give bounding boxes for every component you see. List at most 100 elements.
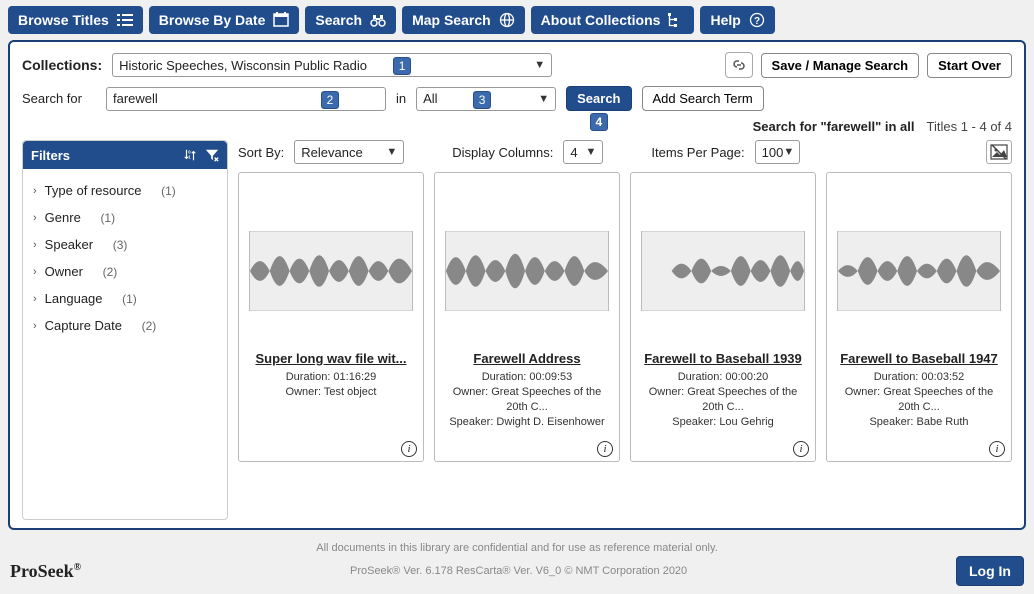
nav-help-label: Help bbox=[710, 12, 740, 28]
collections-select[interactable]: Historic Speeches, Wisconsin Public Radi… bbox=[112, 53, 552, 77]
footer-disclaimer: All documents in this library are confid… bbox=[8, 542, 1026, 554]
items-per-page-select[interactable]: 100 ▼ bbox=[755, 140, 800, 164]
nav-map-search-label: Map Search bbox=[412, 12, 491, 28]
result-title[interactable]: Farewell Address bbox=[473, 351, 580, 366]
bottom-bar: ProSeek® ProSeek® Ver. 6.178 ResCarta® V… bbox=[0, 554, 1034, 594]
nav-about-collections-label: About Collections bbox=[541, 12, 661, 28]
facet-type-of-resource[interactable]: ›Type of resource (1) bbox=[29, 177, 221, 204]
waveform-thumbnail bbox=[445, 231, 609, 311]
info-icon[interactable]: i bbox=[401, 441, 417, 457]
facet-speaker[interactable]: › Speaker (3) bbox=[29, 231, 221, 258]
search-button[interactable]: Search 4 bbox=[566, 86, 631, 111]
in-label: in bbox=[396, 91, 406, 106]
start-over-button[interactable]: Start Over bbox=[927, 53, 1012, 78]
globe-icon bbox=[499, 12, 515, 28]
result-duration: Duration: 00:03:52 bbox=[874, 370, 965, 385]
items-per-page-value: 100 bbox=[762, 145, 784, 160]
facet-count: (2) bbox=[142, 319, 157, 333]
search-for-input[interactable]: farewell 2 bbox=[106, 87, 386, 111]
facet-count: (1) bbox=[161, 184, 176, 198]
add-search-term-button[interactable]: Add Search Term bbox=[642, 86, 764, 111]
toggle-thumbnails-button[interactable] bbox=[986, 140, 1012, 164]
result-title[interactable]: Farewell to Baseball 1939 bbox=[644, 351, 802, 366]
nav-about-collections[interactable]: About Collections bbox=[531, 6, 695, 34]
info-icon[interactable]: i bbox=[597, 441, 613, 457]
result-owner: Owner: Great Speeches of the 20th C... bbox=[441, 385, 613, 415]
info-icon[interactable]: i bbox=[989, 441, 1005, 457]
result-speaker: Speaker: Babe Ruth bbox=[869, 415, 968, 430]
tree-icon bbox=[668, 12, 684, 28]
waveform-thumbnail bbox=[249, 231, 413, 311]
facet-capture-date[interactable]: › Capture Date (2) bbox=[29, 312, 221, 339]
hint-badge-1: 1 bbox=[393, 57, 411, 75]
result-card[interactable]: Farewell to Baseball 1939 Duration: 00:0… bbox=[630, 172, 816, 462]
facet-label: Owner bbox=[45, 264, 83, 279]
facet-genre[interactable]: ›Genre (1) bbox=[29, 204, 221, 231]
nav-search-label: Search bbox=[315, 12, 362, 28]
list-icon bbox=[117, 12, 133, 28]
nav-search[interactable]: Search bbox=[305, 6, 396, 34]
svg-text:0: 0 bbox=[188, 149, 191, 154]
result-card[interactable]: Super long wav file wit... Duration: 01:… bbox=[238, 172, 424, 462]
svg-text:1: 1 bbox=[188, 155, 191, 160]
filters-header: Filters 01 bbox=[23, 141, 227, 169]
result-speaker: Speaker: Lou Gehrig bbox=[672, 415, 774, 430]
facet-count: (3) bbox=[113, 238, 128, 252]
result-duration: Duration: 01:16:29 bbox=[286, 370, 377, 385]
display-columns-value: 4 bbox=[570, 145, 577, 160]
search-panel: Collections: Historic Speeches, Wisconsi… bbox=[8, 40, 1026, 530]
chevron-right-icon: › bbox=[33, 185, 37, 197]
info-icon[interactable]: i bbox=[793, 441, 809, 457]
login-button[interactable]: Log In bbox=[956, 556, 1024, 586]
facet-label: Capture Date bbox=[45, 318, 122, 333]
in-value: All bbox=[423, 91, 437, 106]
status-summary: Search for "farewell" in all bbox=[753, 119, 915, 134]
result-title[interactable]: Farewell to Baseball 1947 bbox=[840, 351, 998, 366]
hint-badge-3: 3 bbox=[473, 91, 491, 109]
result-owner: Owner: Test object bbox=[286, 385, 377, 400]
hint-badge-4: 4 bbox=[590, 113, 608, 131]
collections-value: Historic Speeches, Wisconsin Public Radi… bbox=[119, 58, 367, 73]
svg-text:?: ? bbox=[754, 16, 760, 27]
sort-icon[interactable]: 01 bbox=[183, 148, 197, 162]
facet-label: Speaker bbox=[45, 237, 93, 252]
search-for-value: farewell bbox=[113, 91, 158, 106]
nav-browse-by-date[interactable]: Browse By Date bbox=[149, 6, 300, 34]
result-title[interactable]: Super long wav file wit... bbox=[256, 351, 407, 366]
result-card[interactable]: Farewell to Baseball 1947 Duration: 00:0… bbox=[826, 172, 1012, 462]
results-area: Sort By: Relevance ▼ Display Columns: 4 … bbox=[238, 140, 1012, 520]
result-cards: Super long wav file wit... Duration: 01:… bbox=[238, 172, 1012, 462]
facet-language[interactable]: ›Language (1) bbox=[29, 285, 221, 312]
clear-filter-icon[interactable] bbox=[205, 148, 219, 162]
sort-by-value: Relevance bbox=[301, 145, 362, 160]
waveform-thumbnail bbox=[837, 231, 1001, 311]
chevron-down-icon: ▼ bbox=[386, 146, 397, 158]
permalink-button[interactable] bbox=[725, 52, 753, 78]
result-duration: Duration: 00:09:53 bbox=[482, 370, 573, 385]
binoculars-icon bbox=[370, 12, 386, 28]
filters-title: Filters bbox=[31, 148, 70, 163]
chevron-right-icon: › bbox=[33, 239, 37, 251]
nav-browse-titles[interactable]: Browse Titles bbox=[8, 6, 143, 34]
search-for-label: Search for bbox=[22, 91, 96, 106]
sort-by-select[interactable]: Relevance ▼ bbox=[294, 140, 404, 164]
facet-label: Language bbox=[45, 291, 103, 306]
brand-logo: ProSeek® bbox=[10, 561, 81, 582]
help-icon: ? bbox=[749, 12, 765, 28]
nav-help[interactable]: Help ? bbox=[700, 6, 774, 34]
chevron-right-icon: › bbox=[33, 293, 37, 305]
version-text: ProSeek® Ver. 6.178 ResCarta® Ver. V6_0 … bbox=[81, 565, 956, 577]
chevron-down-icon: ▼ bbox=[534, 59, 545, 71]
nav-browse-by-date-label: Browse By Date bbox=[159, 12, 266, 28]
result-owner: Owner: Great Speeches of the 20th C... bbox=[833, 385, 1005, 415]
facet-owner[interactable]: ›Owner (2) bbox=[29, 258, 221, 285]
nav-map-search[interactable]: Map Search bbox=[402, 6, 525, 34]
filters-panel: Filters 01 ›Type of resource (1) ›Genre … bbox=[22, 140, 228, 520]
in-field-select[interactable]: All 3 ▼ bbox=[416, 87, 556, 111]
result-card[interactable]: Farewell Address Duration: 00:09:53 Owne… bbox=[434, 172, 620, 462]
search-button-label: Search bbox=[577, 91, 620, 106]
save-manage-search-button[interactable]: Save / Manage Search bbox=[761, 53, 920, 78]
display-columns-select[interactable]: 4 ▼ bbox=[563, 140, 603, 164]
chevron-right-icon: › bbox=[33, 320, 37, 332]
nav-browse-titles-label: Browse Titles bbox=[18, 12, 109, 28]
